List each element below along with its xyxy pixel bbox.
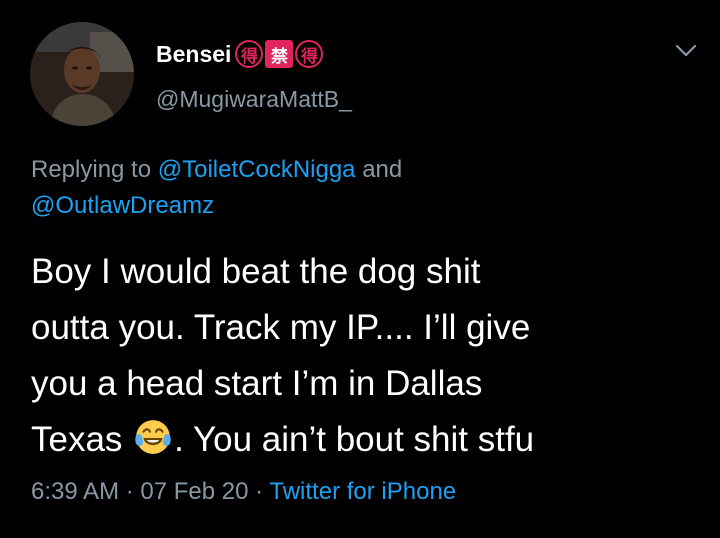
chevron-down-icon[interactable] <box>674 38 698 62</box>
tweet-line-3: you a head start I’m in Dallas <box>31 364 483 403</box>
avatar-photo <box>30 22 134 126</box>
tweet-line-2: outta you. Track my IP.... I’ll give <box>31 308 531 347</box>
display-name[interactable]: Bensei <box>156 41 231 68</box>
tweet-line-1: Boy I would beat the dog shit <box>31 252 481 291</box>
name-glyphs: 得 禁 得 <box>235 40 324 68</box>
mention-link-2[interactable]: @OutlawDreamz <box>31 192 214 219</box>
meta-separator-1: · <box>119 478 141 505</box>
tweet-meta: 6:39 AM · 07 Feb 20 · Twitter for iPhone <box>31 478 456 506</box>
author-name-row[interactable]: Bensei 得 禁 得 <box>156 36 324 72</box>
mention-link-1[interactable]: @ToiletCockNigga <box>158 156 356 183</box>
avatar[interactable] <box>30 22 134 126</box>
tweet-time[interactable]: 6:39 AM <box>31 478 119 505</box>
replying-joiner: and <box>355 156 403 183</box>
tweet-line-4-start: Texas <box>31 420 133 459</box>
replying-to: Replying to @ToiletCockNigga and @Outlaw… <box>31 152 691 224</box>
squared-glyph: 禁 <box>265 40 294 68</box>
circled-glyph-1: 得 <box>235 40 264 68</box>
replying-prefix: Replying to <box>31 156 158 183</box>
face-with-tears-of-joy-icon <box>135 420 171 454</box>
tweet-line-4-end: . You ain’t bout shit stfu <box>174 420 535 459</box>
tweet-card: Bensei 得 禁 得 @MugiwaraMattB_ Replying to… <box>0 0 720 538</box>
tweet-text: Boy I would beat the dog shit outta you.… <box>31 244 701 468</box>
tweet-date[interactable]: 07 Feb 20 <box>140 478 248 505</box>
tweet-source[interactable]: Twitter for iPhone <box>269 478 456 505</box>
circled-glyph-2: 得 <box>295 40 324 68</box>
meta-separator-2: · <box>248 478 270 505</box>
handle[interactable]: @MugiwaraMattB_ <box>156 86 352 113</box>
